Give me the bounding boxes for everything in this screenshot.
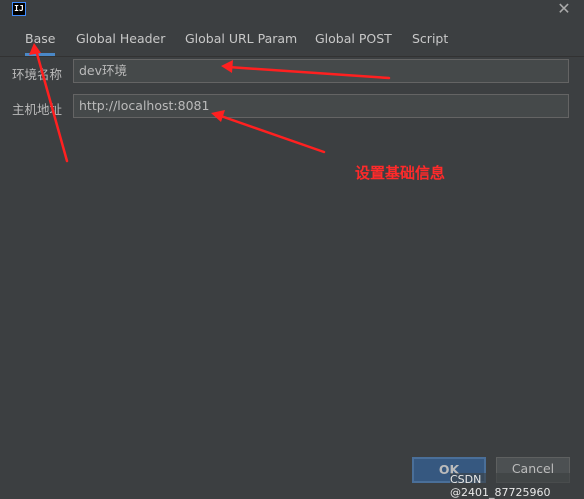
tab-global-post[interactable]: Global POST xyxy=(315,26,392,53)
arrow-to-host-address xyxy=(216,113,326,154)
env-name-label: 环境名称 xyxy=(12,67,63,82)
watermark: CSDN @2401_87725960 xyxy=(450,473,584,499)
title-bar: IJ ✕ xyxy=(0,0,584,26)
tab-global-header[interactable]: Global Header xyxy=(76,26,165,53)
tab-divider xyxy=(0,56,584,57)
host-address-field[interactable]: http://localhost:8081 xyxy=(73,94,569,118)
annotation-text: 设置基础信息 xyxy=(355,164,446,182)
tab-bar: Base Global Header Global URL Param Glob… xyxy=(0,26,584,56)
intellij-logo-icon: IJ xyxy=(12,2,26,16)
tab-base[interactable]: Base xyxy=(25,26,56,56)
env-name-field[interactable]: dev环境 xyxy=(73,59,569,83)
tab-script[interactable]: Script xyxy=(412,26,448,53)
tab-global-url-param[interactable]: Global URL Param xyxy=(185,26,297,53)
host-address-label: 主机地址 xyxy=(12,102,63,117)
close-icon[interactable]: ✕ xyxy=(556,1,572,17)
